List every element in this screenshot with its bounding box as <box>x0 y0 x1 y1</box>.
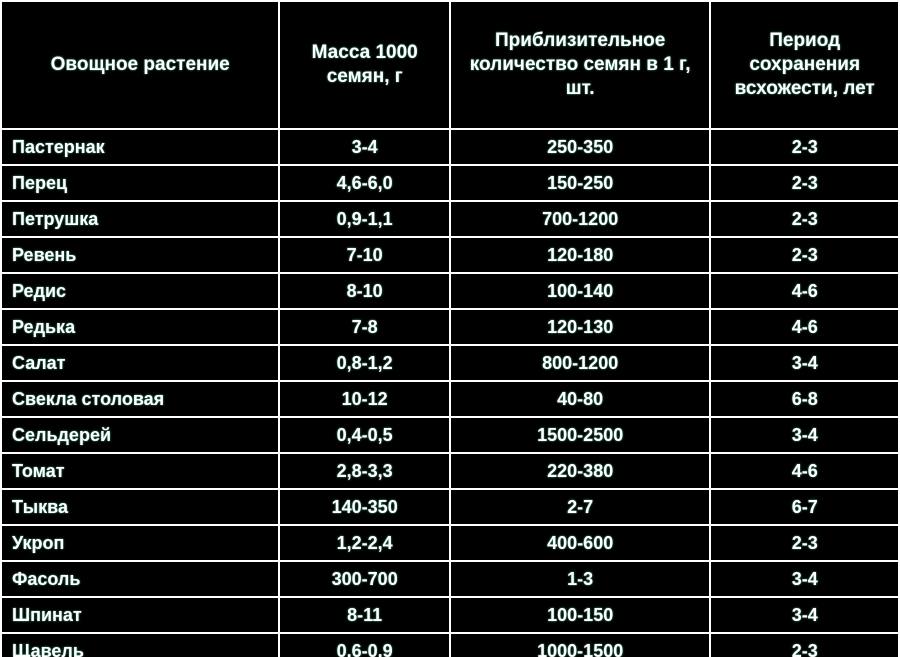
cell-mass: 300-700 <box>279 561 450 597</box>
cell-years: 4-6 <box>710 309 899 345</box>
cell-plant: Ревень <box>1 237 279 273</box>
cell-count: 1000-1500 <box>450 633 710 657</box>
cell-count: 100-150 <box>450 597 710 633</box>
cell-count: 700-1200 <box>450 201 710 237</box>
table-row: Сельдерей0,4-0,51500-25003-4 <box>1 417 899 453</box>
table-row: Фасоль300-7001-33-4 <box>1 561 899 597</box>
cell-years: 3-4 <box>710 417 899 453</box>
cell-count: 250-350 <box>450 129 710 165</box>
cell-years: 4-6 <box>710 273 899 309</box>
table-row: Редис8-10100-1404-6 <box>1 273 899 309</box>
table-row: Редька7-8120-1304-6 <box>1 309 899 345</box>
table-row: Укроп1,2-2,4400-6002-3 <box>1 525 899 561</box>
table-row: Тыква140-3502-76-7 <box>1 489 899 525</box>
table-row: Пастернак3-4250-3502-3 <box>1 129 899 165</box>
cell-mass: 7-8 <box>279 309 450 345</box>
cell-plant: Салат <box>1 345 279 381</box>
cell-years: 4-6 <box>710 453 899 489</box>
cell-years: 3-4 <box>710 561 899 597</box>
cell-plant: Петрушка <box>1 201 279 237</box>
cell-years: 2-3 <box>710 237 899 273</box>
cell-plant: Сельдерей <box>1 417 279 453</box>
cell-years: 2-3 <box>710 633 899 657</box>
cell-mass: 8-10 <box>279 273 450 309</box>
table-row: Ревень7-10120-1802-3 <box>1 237 899 273</box>
cell-years: 2-3 <box>710 129 899 165</box>
cell-count: 1-3 <box>450 561 710 597</box>
cell-plant: Шпинат <box>1 597 279 633</box>
cell-mass: 4,6-6,0 <box>279 165 450 201</box>
cell-count: 2-7 <box>450 489 710 525</box>
cell-count: 100-140 <box>450 273 710 309</box>
cell-plant: Щавель <box>1 633 279 657</box>
table-row: Щавель0,6-0,91000-15002-3 <box>1 633 899 657</box>
cell-years: 2-3 <box>710 201 899 237</box>
cell-count: 800-1200 <box>450 345 710 381</box>
header-mass: Масса 1000 семян, г <box>279 1 450 129</box>
header-count: Приблизительное количество семян в 1 г, … <box>450 1 710 129</box>
cell-mass: 0,4-0,5 <box>279 417 450 453</box>
cell-mass: 0,9-1,1 <box>279 201 450 237</box>
cell-plant: Тыква <box>1 489 279 525</box>
cell-plant: Пастернак <box>1 129 279 165</box>
table-row: Томат2,8-3,3220-3804-6 <box>1 453 899 489</box>
cell-mass: 3-4 <box>279 129 450 165</box>
cell-mass: 8-11 <box>279 597 450 633</box>
header-years: Период сохранения всхожести, лет <box>710 1 899 129</box>
cell-plant: Свекла столовая <box>1 381 279 417</box>
cell-years: 3-4 <box>710 345 899 381</box>
cell-plant: Томат <box>1 453 279 489</box>
cell-mass: 0,8-1,2 <box>279 345 450 381</box>
cell-count: 220-380 <box>450 453 710 489</box>
cell-plant: Фасоль <box>1 561 279 597</box>
cell-years: 6-8 <box>710 381 899 417</box>
table-row: Шпинат8-11100-1503-4 <box>1 597 899 633</box>
table-row: Перец4,6-6,0150-2502-3 <box>1 165 899 201</box>
cell-mass: 1,2-2,4 <box>279 525 450 561</box>
cell-count: 1500-2500 <box>450 417 710 453</box>
cell-count: 400-600 <box>450 525 710 561</box>
cell-count: 120-130 <box>450 309 710 345</box>
table-row: Салат0,8-1,2800-12003-4 <box>1 345 899 381</box>
cell-mass: 7-10 <box>279 237 450 273</box>
cell-years: 6-7 <box>710 489 899 525</box>
table-header-row: Овощное растение Масса 1000 семян, г При… <box>1 1 899 129</box>
cell-mass: 2,8-3,3 <box>279 453 450 489</box>
cell-plant: Перец <box>1 165 279 201</box>
cell-years: 3-4 <box>710 597 899 633</box>
cell-mass: 0,6-0,9 <box>279 633 450 657</box>
table-row: Свекла столовая10-1240-806-8 <box>1 381 899 417</box>
cell-mass: 10-12 <box>279 381 450 417</box>
cell-count: 120-180 <box>450 237 710 273</box>
table-row: Петрушка0,9-1,1700-12002-3 <box>1 201 899 237</box>
cell-plant: Редька <box>1 309 279 345</box>
cell-plant: Укроп <box>1 525 279 561</box>
seed-properties-table: Овощное растение Масса 1000 семян, г При… <box>0 0 900 657</box>
cell-count: 150-250 <box>450 165 710 201</box>
cell-count: 40-80 <box>450 381 710 417</box>
cell-mass: 140-350 <box>279 489 450 525</box>
cell-years: 2-3 <box>710 525 899 561</box>
header-plant: Овощное растение <box>1 1 279 129</box>
cell-plant: Редис <box>1 273 279 309</box>
cell-years: 2-3 <box>710 165 899 201</box>
